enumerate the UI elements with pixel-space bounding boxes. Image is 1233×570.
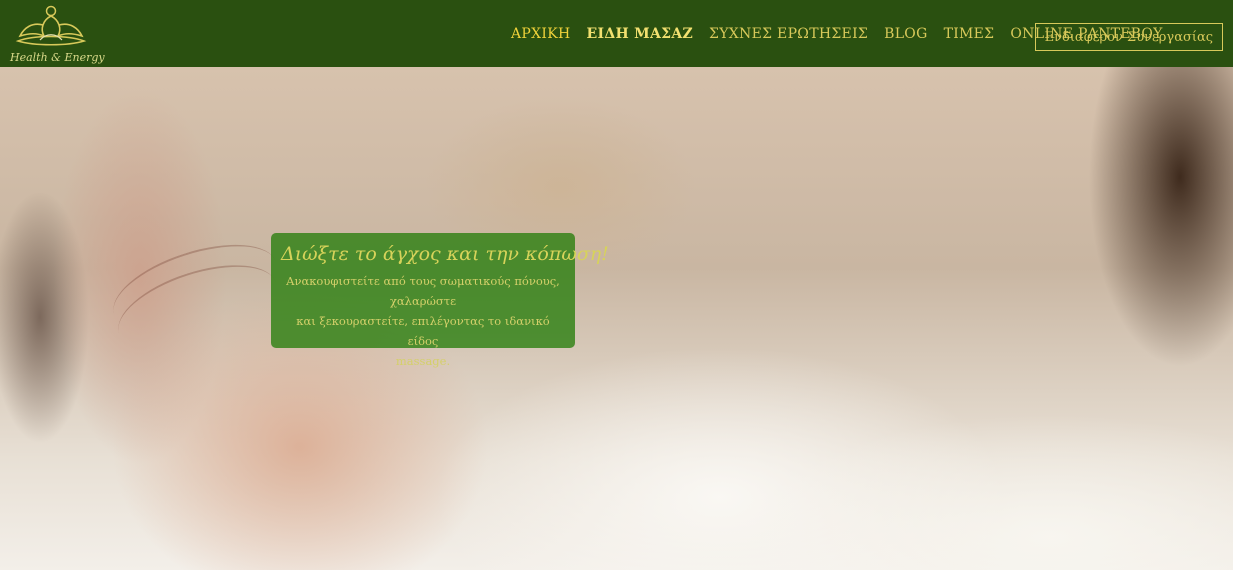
hero-text-line: massage. [395, 354, 451, 368]
logo[interactable]: Health & Energy [10, 2, 105, 64]
lotus-figure-icon [15, 5, 87, 46]
hero-title: Διώξτε το άγχος και την κόπωση! [281, 243, 609, 265]
page: Health & Energy ΑΡΧΙΚΗ ΕΙΔΗ ΜΑΣΑΖ ΣΥΧΝΕΣ… [0, 0, 1233, 570]
site-header: Health & Energy ΑΡΧΙΚΗ ΕΙΔΗ ΜΑΣΑΖ ΣΥΧΝΕΣ… [0, 0, 1233, 67]
nav-item-massage-types[interactable]: ΕΙΔΗ ΜΑΣΑΖ [587, 26, 694, 42]
hero-text: Ανακουφιστείτε από τους σωματικούς πόνου… [281, 271, 565, 371]
hero-text-line: Ανακουφιστείτε από τους σωματικούς πόνου… [286, 274, 560, 308]
nav-item-home[interactable]: ΑΡΧΙΚΗ [511, 26, 571, 42]
collaboration-button[interactable]: Ενδιαφέρον Συνεργασίας [1034, 23, 1223, 51]
hero-card: Διώξτε το άγχος και την κόπωση! Ανακουφι… [271, 233, 609, 368]
logo-text: Health & Energy [10, 51, 105, 64]
nav-item-faq[interactable]: ΣΥΧΝΕΣ ΕΡΩΤΗΣΕΙΣ [709, 26, 868, 42]
nav-item-prices[interactable]: ΤΙΜΕΣ [944, 26, 995, 42]
nav-item-blog[interactable]: BLOG [884, 26, 927, 42]
hero-text-line: και ξεκουραστείτε, επιλέγοντας το ιδανικ… [296, 314, 550, 348]
hero-image [0, 67, 1233, 570]
